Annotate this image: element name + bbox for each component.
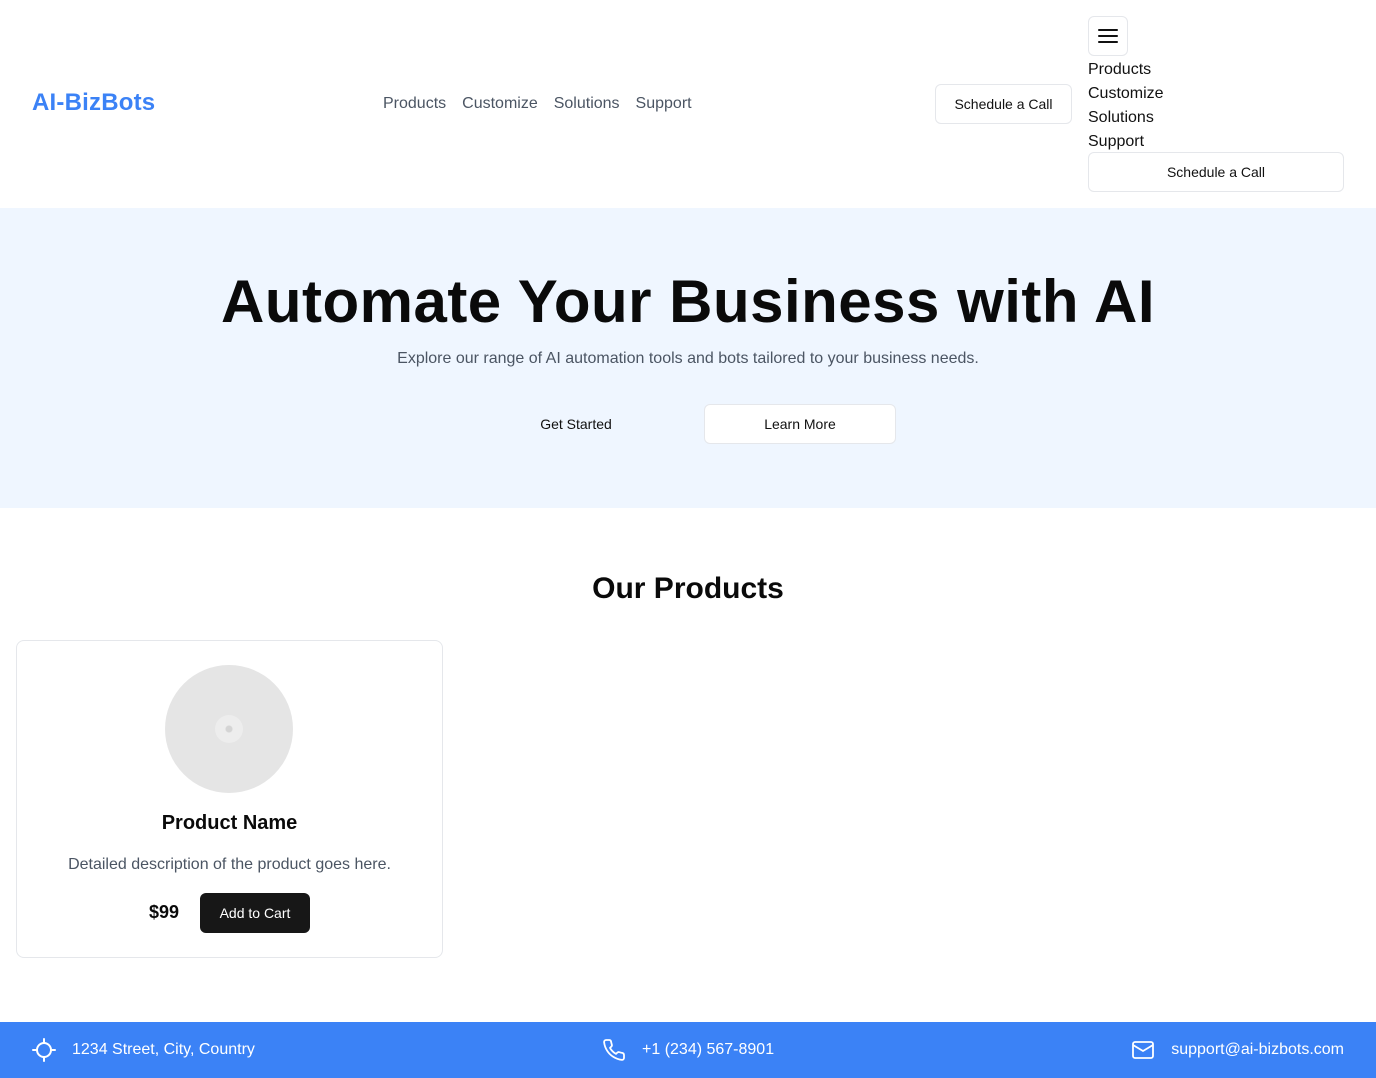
mobile-nav-link-support[interactable]: Support: [1088, 130, 1164, 154]
mobile-nav-link-solutions[interactable]: Solutions: [1088, 106, 1164, 130]
footer-phone[interactable]: +1 (234) 567-8901: [602, 1022, 774, 1078]
footer-address: 1234 Street, City, Country: [32, 1022, 255, 1078]
hamburger-menu-icon: [1098, 28, 1118, 44]
nav-link-customize[interactable]: Customize: [462, 94, 538, 114]
footer-email[interactable]: support@ai-bizbots.com: [1131, 1022, 1344, 1078]
product-price: $99: [149, 902, 180, 922]
brand-logo[interactable]: AI-BizBots: [32, 89, 155, 117]
nav-link-solutions[interactable]: Solutions: [554, 94, 620, 114]
mail-icon: [1131, 1038, 1155, 1062]
mobile-nav-link-customize[interactable]: Customize: [1088, 82, 1164, 106]
hero-section: Automate Your Business with AI Explore o…: [0, 208, 1376, 508]
mobile-schedule-call-button[interactable]: Schedule a Call: [1088, 152, 1344, 192]
products-heading: Our Products: [592, 572, 784, 605]
schedule-call-button[interactable]: Schedule a Call: [935, 84, 1072, 124]
main-nav: Products Customize Solutions Support: [383, 94, 692, 114]
location-crosshair-icon: [32, 1038, 56, 1062]
mobile-nav: Products Customize Solutions Support: [1088, 58, 1164, 154]
hero-title: Automate Your Business with AI: [220, 268, 1155, 335]
site-header: AI-BizBots Products Customize Solutions …: [0, 0, 1376, 208]
product-image: [165, 665, 293, 793]
email-text: support@ai-bizbots.com: [1171, 1041, 1344, 1058]
product-description: Detailed description of the product goes…: [68, 856, 391, 873]
phone-icon: [602, 1038, 626, 1062]
image-placeholder-icon: [215, 715, 243, 743]
mobile-nav-link-products[interactable]: Products: [1088, 58, 1164, 82]
product-card: Product Name Detailed description of the…: [16, 640, 443, 958]
site-footer: 1234 Street, City, Country +1 (234) 567-…: [0, 1022, 1376, 1078]
add-to-cart-button[interactable]: Add to Cart: [200, 893, 310, 933]
nav-link-support[interactable]: Support: [636, 94, 692, 114]
learn-more-button[interactable]: Learn More: [704, 404, 896, 444]
hero-subtitle: Explore our range of AI automation tools…: [397, 350, 979, 367]
product-name: Product Name: [161, 812, 298, 834]
address-text: 1234 Street, City, Country: [72, 1041, 255, 1058]
phone-text: +1 (234) 567-8901: [642, 1041, 775, 1058]
get-started-button[interactable]: Get Started: [480, 404, 672, 444]
menu-toggle-button[interactable]: [1088, 16, 1128, 56]
nav-link-products[interactable]: Products: [383, 94, 446, 114]
